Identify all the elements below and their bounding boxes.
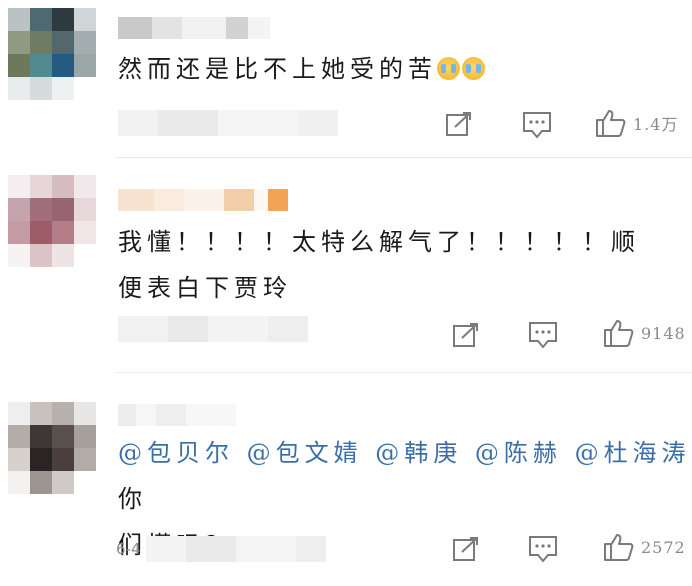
share-button[interactable] (452, 322, 480, 348)
like-button[interactable]: 1.4万 (595, 108, 678, 138)
comment-item: 我懂！！！！太特么解气了！！！！！顺 便表白下贾玲 9148 (0, 165, 692, 365)
comment-meta (118, 316, 308, 342)
comment-meta (146, 536, 326, 562)
like-button[interactable]: 9148 (603, 318, 686, 348)
comment-meta (118, 110, 338, 136)
comment-text: 我懂！！！！太特么解气了！！！！！顺 便表白下贾玲 (118, 219, 640, 311)
comment-text-line: 便表白下贾玲 (118, 274, 292, 302)
share-button[interactable] (452, 536, 480, 562)
divider (116, 157, 692, 158)
comment-text-line: 我懂！！！！太特么解气了！！！！！顺 (118, 228, 640, 256)
comment-text-body: 然而还是比不上她受的苦 (118, 55, 437, 83)
share-button[interactable] (445, 111, 473, 137)
comment-text-line: @包贝尔 @包文婧 @韩庚 @陈赫 @杜海涛 你 (118, 430, 692, 522)
comment-button[interactable] (522, 111, 552, 139)
share-icon (453, 537, 478, 561)
avatar[interactable] (8, 402, 96, 494)
thumbs-up-icon (596, 110, 626, 137)
comment-icon (529, 322, 557, 349)
mention-link[interactable]: @包贝尔 (118, 439, 234, 467)
mention-link[interactable]: @杜海涛 (575, 439, 691, 467)
username[interactable] (118, 189, 288, 211)
username[interactable] (118, 17, 270, 39)
comment-text: 然而还是比不上她受的苦 (118, 46, 487, 92)
mention-link[interactable]: @包文婧 (247, 439, 363, 467)
comment-item: 然而还是比不上她受的苦 1.4万 (0, 0, 692, 150)
share-icon (446, 112, 471, 136)
comment-icon (523, 112, 551, 139)
divider (116, 372, 692, 373)
comment-icon (529, 536, 557, 563)
loudly-crying-face-icon (462, 57, 485, 80)
like-count: 2572 (641, 537, 686, 557)
loudly-crying-face-icon (437, 57, 460, 80)
thumbs-up-icon (604, 320, 634, 347)
avatar[interactable] (8, 8, 96, 100)
like-count: 9148 (641, 323, 686, 343)
like-count: 1.4万 (633, 115, 679, 134)
mention-link[interactable]: @韩庚 (375, 439, 462, 467)
comment-date: 6-4 (116, 540, 141, 558)
username[interactable] (118, 404, 236, 426)
comment-text-body: 你 (118, 485, 147, 513)
comment-button[interactable] (528, 321, 558, 349)
comment-item: @包贝尔 @包文婧 @韩庚 @陈赫 @杜海涛 你 们懂吗？ 6-4 2572 (0, 380, 692, 586)
like-button[interactable]: 2572 (603, 532, 686, 562)
mention-link[interactable]: @陈赫 (475, 439, 562, 467)
avatar[interactable] (8, 175, 96, 267)
share-icon (453, 323, 478, 347)
comment-button[interactable] (528, 535, 558, 563)
thumbs-up-icon (604, 534, 634, 561)
